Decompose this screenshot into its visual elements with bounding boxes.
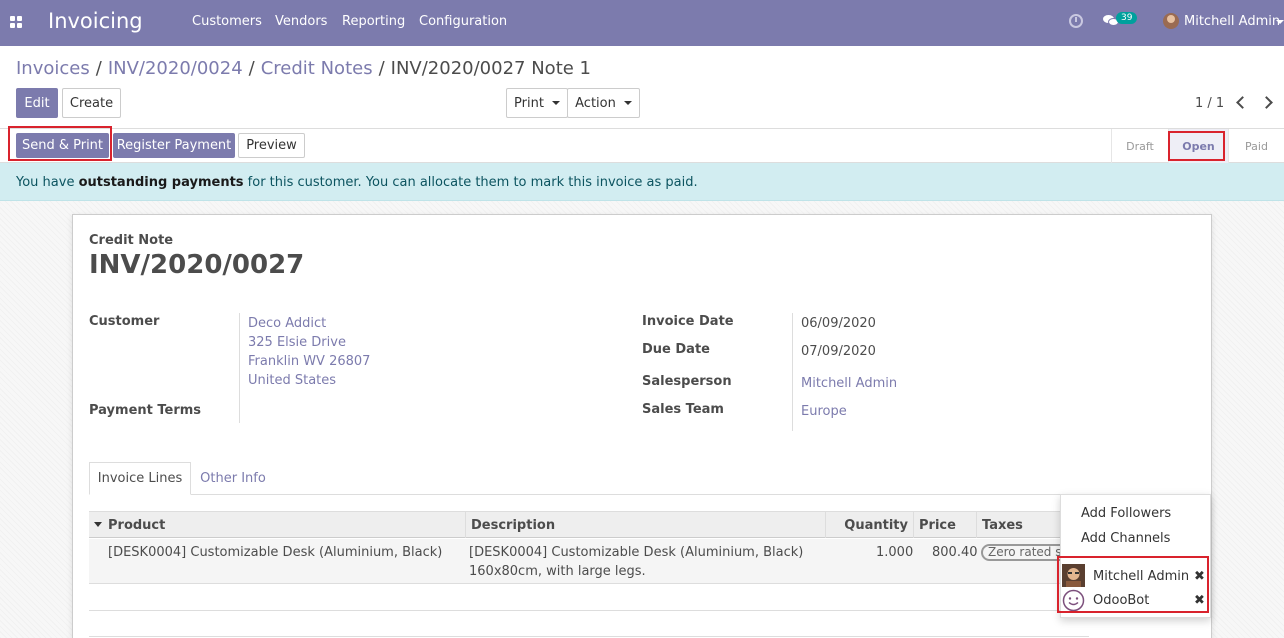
customer-street[interactable]: 325 Elsie Drive [248,335,346,350]
highlight-send-print [8,126,112,161]
menu-customers[interactable]: Customers [192,14,262,29]
app-title: Invoicing [48,9,143,33]
row-product[interactable]: [DESK0004] Customizable Desk (Aluminium,… [108,543,442,562]
stage-paid[interactable]: Paid [1228,129,1284,163]
user-menu-caret-icon[interactable] [1276,20,1284,24]
create-button[interactable]: Create [62,88,121,118]
breadcrumb: Invoices / INV/2020/0024/Credit Notes / INV/… [16,58,591,79]
preview-button[interactable]: Preview [238,133,305,158]
row-description-line1[interactable]: [DESK0004] Customizable Desk (Aluminium,… [469,543,803,562]
apps-grid-icon[interactable] [10,16,22,28]
pager-value[interactable]: 1 / 1 [1195,96,1224,111]
messaging-count-badge: 39 [1116,12,1138,24]
highlight-open-stage [1168,131,1225,161]
breadcrumb-current: INV/2020/0027 Note 1 [390,58,591,79]
add-channels-item[interactable]: Add Channels [1081,531,1170,546]
menu-reporting[interactable]: Reporting [342,14,405,29]
user-avatar[interactable] [1163,13,1179,29]
invoice-date-label: Invoice Date [642,314,734,329]
pager-next-icon[interactable] [1260,96,1273,109]
column-product[interactable]: Product [103,512,465,538]
breadcrumb-invoice[interactable]: INV/2020/0024 [108,58,243,79]
print-label: Print [514,95,544,111]
due-date-value: 07/09/2020 [801,344,876,359]
customer-name-link[interactable]: Deco Addict [248,316,326,331]
table-row-divider [89,636,1089,637]
highlight-followers-list [1057,556,1209,613]
payment-terms-label: Payment Terms [89,403,202,418]
column-description[interactable]: Description [465,512,825,538]
outstanding-payments-alert: You have outstanding payments for this c… [0,163,1284,201]
row-description-line2[interactable]: 160x80cm, with large legs. [469,562,646,581]
chevron-down-icon [551,101,560,105]
invoice-date-value: 06/09/2020 [801,316,876,331]
row-quantity[interactable]: 1.000 [876,543,913,562]
salesperson-link[interactable]: Mitchell Admin [801,376,897,391]
alert-bold: outstanding payments [78,175,244,190]
menu-vendors[interactable]: Vendors [275,14,327,29]
alert-suffix: for this customer. You can allocate them… [243,175,698,190]
document-number: INV/2020/0027 [89,250,305,280]
column-quantity[interactable]: Quantity [825,512,913,538]
print-dropdown-button[interactable]: Print [506,88,568,118]
customer-country[interactable]: United States [248,373,336,388]
customer-city[interactable]: Franklin WV 26807 [248,354,370,369]
action-label: Action [575,95,616,111]
invoice-lines-header: Product Description Quantity Price Taxes [89,511,1089,538]
pager-previous-icon[interactable] [1236,96,1249,109]
chevron-down-icon [623,101,632,105]
column-price[interactable]: Price [913,512,976,538]
document-type-label: Credit Note [89,233,174,248]
customer-label: Customer [89,314,160,329]
top-navbar: Invoicing Customers Vendors Reporting Co… [0,0,1284,46]
sort-caret-icon[interactable] [94,522,102,527]
salesperson-label: Salesperson [642,374,732,389]
sales-team-label: Sales Team [642,402,724,417]
tab-other-info[interactable]: Other Info [193,462,273,495]
stage-draft[interactable]: Draft [1111,129,1168,163]
menu-configuration[interactable]: Configuration [419,14,507,29]
row-price[interactable]: 800.40 [932,543,978,562]
activity-clock-icon[interactable] [1069,14,1083,28]
field-divider [239,313,240,423]
action-dropdown-button[interactable]: Action [567,88,640,118]
breadcrumb-credit-notes[interactable]: Credit Notes [261,58,373,79]
add-followers-item[interactable]: Add Followers [1081,506,1171,521]
field-divider [792,313,793,431]
user-menu-name[interactable]: Mitchell Admin [1184,14,1280,29]
register-payment-button[interactable]: Register Payment [113,133,235,158]
breadcrumb-invoices[interactable]: Invoices [16,58,90,79]
table-row-divider [89,610,1089,611]
due-date-label: Due Date [642,342,710,357]
edit-button[interactable]: Edit [16,88,58,118]
tab-invoice-lines[interactable]: Invoice Lines [89,462,191,495]
sales-team-link[interactable]: Europe [801,404,847,419]
alert-prefix: You have [16,175,79,190]
